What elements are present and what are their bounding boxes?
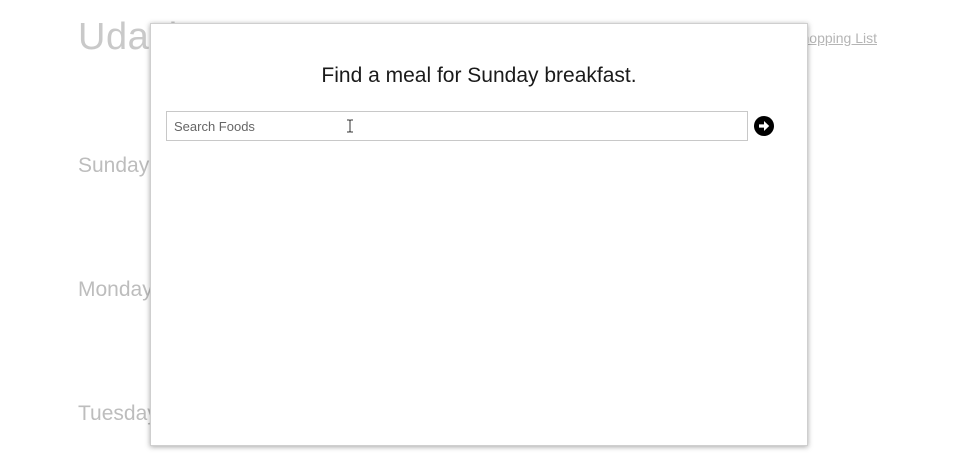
day-heading-sunday: Sunday [78, 154, 150, 177]
arrow-circle-right-icon [754, 116, 774, 136]
food-search-modal: Find a meal for Sunday breakfast. [150, 23, 808, 446]
search-submit-button[interactable] [754, 116, 774, 136]
day-heading-tuesday: Tuesday [78, 402, 158, 425]
search-foods-input[interactable] [166, 111, 748, 141]
day-heading-monday: Monday [78, 278, 153, 301]
modal-heading: Find a meal for Sunday breakfast. [321, 64, 637, 87]
page: Udacity Shopping List Sunday Monday Tues… [0, 0, 953, 470]
